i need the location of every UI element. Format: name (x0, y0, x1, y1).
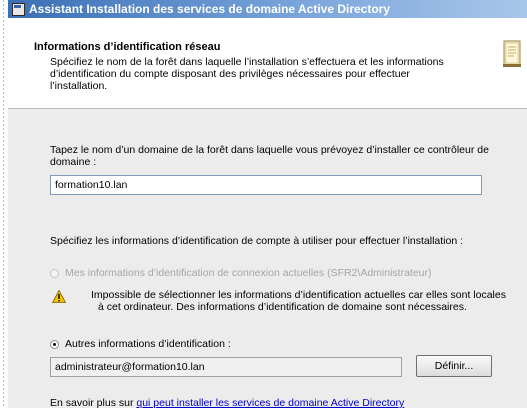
account-field: administrateur@formation10.lan (50, 357, 402, 377)
current-credentials-radio[interactable] (50, 268, 59, 278)
wizard-body: Tapez le nom d’un domaine de la forêt da… (8, 109, 527, 408)
page-title: Informations d’identification réseau (34, 41, 221, 53)
define-button[interactable]: Définir... (416, 355, 492, 377)
domain-name-input[interactable]: formation10.lan (50, 175, 482, 195)
title-bar[interactable]: Assistant Installation des services de d… (8, 0, 527, 18)
learn-more-prefix: En savoir plus sur (50, 397, 137, 408)
warning-line-1: Impossible de sélectionner les informati… (91, 289, 506, 301)
current-credentials-option[interactable]: Mes informations d’identification de con… (50, 267, 432, 279)
wizard-header: Informations d’identification réseau Spé… (8, 18, 527, 109)
other-credentials-radio[interactable] (50, 339, 59, 349)
warning-line-2: à cet ordinateur. Des informations d’ide… (98, 301, 467, 313)
warning-icon (52, 290, 66, 303)
other-credentials-option[interactable]: Autres informations d’identification : (50, 338, 231, 350)
window-title: Assistant Installation des services de d… (29, 2, 391, 16)
current-credentials-label: Mes informations d’identification de con… (65, 267, 432, 279)
learn-more-link[interactable]: qui peut installer les services de domai… (136, 397, 404, 408)
other-credentials-label: Autres informations d’identification : (65, 338, 231, 350)
dotted-divider (3, 0, 4, 408)
domain-label: Tapez le nom d’un domaine de la forêt da… (50, 144, 489, 168)
learn-more-text: En savoir plus sur qui peut installer le… (50, 397, 404, 408)
warning-message: Impossible de sélectionner les informati… (91, 289, 527, 313)
book-icon (503, 40, 521, 67)
wizard-window: Assistant Installation des services de d… (8, 0, 527, 408)
page-description: Spécifiez le nom de la forêt dans laquel… (50, 56, 444, 92)
window-app-icon (12, 2, 25, 16)
credentials-label: Spécifiez les informations d’identificat… (50, 235, 464, 247)
